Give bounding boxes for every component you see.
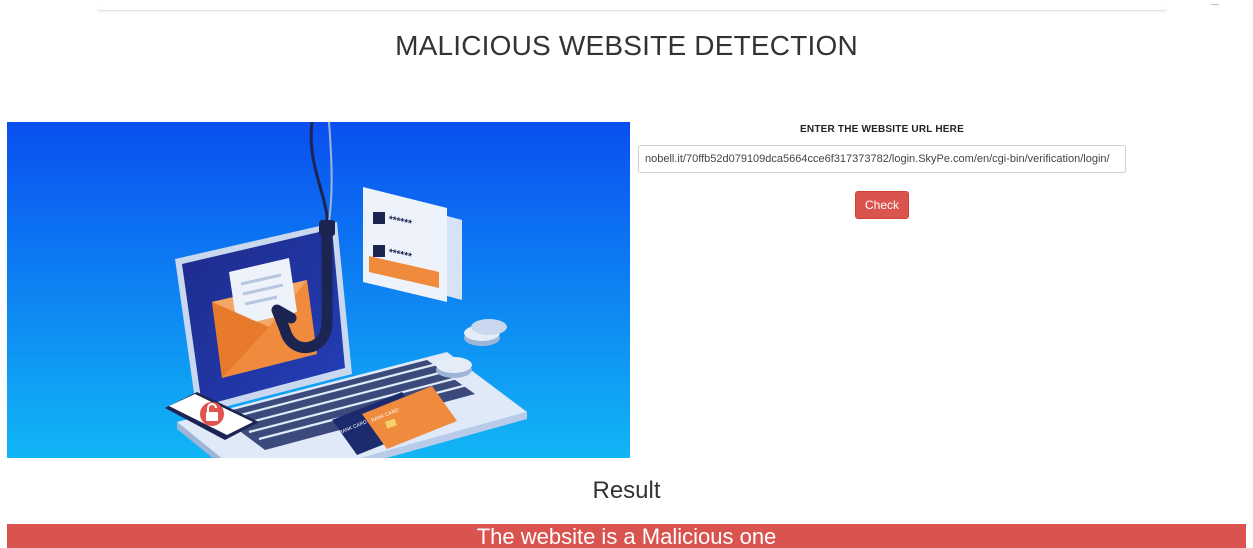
url-field-label: ENTER THE WEBSITE URL HERE — [800, 124, 964, 135]
url-input[interactable] — [638, 145, 1126, 173]
result-alert: The website is a Malicious one — [7, 524, 1246, 548]
url-check-form: ENTER THE WEBSITE URL HERE Check — [638, 120, 1126, 219]
phishing-illustration: ****** ****** BANK CARD BANK CARD — [7, 122, 630, 458]
top-corner-mark — [1211, 4, 1219, 5]
result-heading: Result — [592, 477, 661, 504]
check-button[interactable]: Check — [855, 191, 909, 219]
top-search-bar-edge — [98, 0, 1166, 11]
page-title: MALICIOUS WEBSITE DETECTION — [395, 30, 858, 61]
